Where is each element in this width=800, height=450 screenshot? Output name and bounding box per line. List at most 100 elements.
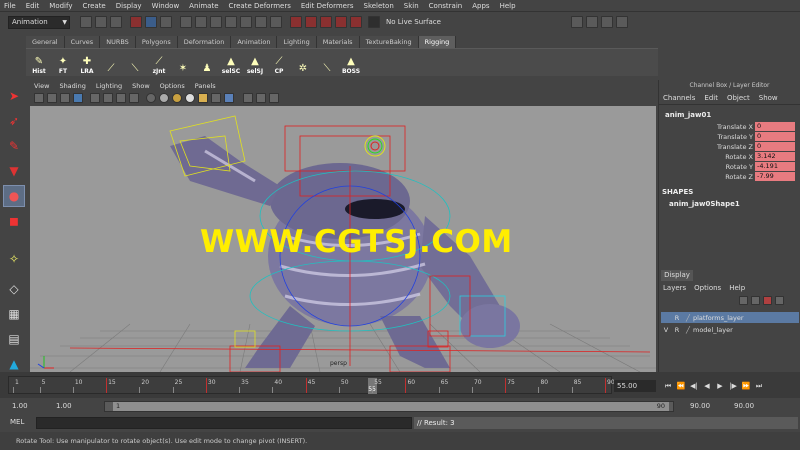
tab-nurbs[interactable]: NURBS [100,36,136,48]
menu-animate[interactable]: Animate [189,2,218,10]
perspective-viewport[interactable]: WWW.CGTSJ.COM persp [30,106,656,372]
tab-general[interactable]: General [26,36,65,48]
frame-all-icon[interactable] [256,93,266,103]
tab-display[interactable]: Display [661,270,693,281]
gate-mask-icon[interactable] [129,93,139,103]
tab-lighting[interactable]: Lighting [277,36,317,48]
last-tool-button[interactable]: ✧ [3,248,25,270]
grid-icon[interactable] [90,93,100,103]
mel-label[interactable]: MEL [10,418,24,426]
snap-view-plane-icon[interactable] [335,16,347,28]
step-forward-frame-icon[interactable]: |▶ [727,380,739,392]
lra-button[interactable]: ✚ LRA [76,51,98,75]
hist-button[interactable]: ✎ Hist [28,51,50,75]
tab-materials[interactable]: Materials [316,36,360,48]
lattice-button[interactable]: ⟍ [316,51,338,75]
attr-value-field[interactable]: 0 [755,132,795,142]
select-render-icon[interactable] [270,16,282,28]
new-layer-icon[interactable] [763,296,772,305]
cb-menu-channels[interactable]: Channels [663,94,695,102]
cb-menu-edit[interactable]: Edit [704,94,718,102]
menu-skin[interactable]: Skin [404,2,419,10]
cb-menu-show[interactable]: Show [759,94,778,102]
save-scene-icon[interactable] [110,16,122,28]
go-to-end-icon[interactable]: ⏭ [753,380,765,392]
playback-end-field[interactable]: 90.00 [688,401,710,412]
attr-value-field[interactable]: 0 [755,142,795,152]
ft-button[interactable]: ✦ FT [52,51,74,75]
cluster-button[interactable]: ✲ [292,51,314,75]
attr-value-field[interactable]: 3.142 [755,152,795,162]
animation-end-field[interactable]: 90.00 [732,401,754,412]
cb-menu-object[interactable]: Object [727,94,750,102]
image-plane-icon[interactable] [73,93,83,103]
live-surface-icon[interactable] [368,16,380,28]
menu-create-deformers[interactable]: Create Deformers [229,2,291,10]
vp-menu-shading[interactable]: Shading [59,82,85,90]
camera-lock-icon[interactable] [243,93,253,103]
tab-rigging[interactable]: Rigging [418,36,457,48]
menu-set-dropdown[interactable]: Animation ▼ [8,15,70,29]
new-layer-selected-icon[interactable] [775,296,784,305]
select-deformer-icon[interactable] [240,16,252,28]
pose-button[interactable]: ♟ [196,51,218,75]
frame-selected-icon[interactable] [269,93,279,103]
select-component-icon[interactable] [160,16,172,28]
ipr-render-icon[interactable] [585,16,598,28]
attr-value-field[interactable]: -4.191 [755,162,795,172]
selsj-button[interactable]: ▲ selSJ [244,51,266,75]
shadows-icon[interactable] [198,93,208,103]
menu-window[interactable]: Window [152,2,180,10]
vp-menu-panels[interactable]: Panels [195,82,216,90]
menu-skeleton[interactable]: Skeleton [364,2,394,10]
select-dynamics-icon[interactable] [255,16,267,28]
boss-button[interactable]: ▲ BOSS [340,51,362,75]
playback-start-field[interactable]: 1.00 [54,401,72,412]
layer-color-swatch[interactable]: ╱ [683,314,693,322]
resolution-gate-icon[interactable] [116,93,126,103]
smooth-shade-icon[interactable] [159,93,169,103]
snap-live-icon[interactable] [350,16,362,28]
select-hierarchy-icon[interactable] [130,16,142,28]
film-gate-icon[interactable] [103,93,113,103]
select-handle-icon[interactable] [180,16,192,28]
xray-icon[interactable] [211,93,221,103]
menu-constrain[interactable]: Constrain [429,2,463,10]
select-curve-icon[interactable] [210,16,222,28]
layout-four-button[interactable]: ▦ [3,303,25,325]
le-menu-help[interactable]: Help [729,284,745,292]
tab-curves[interactable]: Curves [64,36,101,48]
range-slider[interactable]: 1 90 [104,401,674,412]
select-surface-icon[interactable] [225,16,237,28]
attr-value-field[interactable]: -7.99 [755,172,795,182]
rotate-tool-button[interactable]: ● [3,185,25,207]
attr-value-field[interactable]: 0 [755,122,795,132]
menu-create[interactable]: Create [82,2,105,10]
layout-single-button[interactable]: ◇ [3,278,25,300]
layout-outliner-button[interactable]: ▤ [3,328,25,350]
render-frame-icon[interactable] [570,16,583,28]
lights-icon[interactable] [185,93,195,103]
le-menu-layers[interactable]: Layers [663,284,686,292]
lasso-tool-button[interactable]: ➶ [3,110,25,132]
play-backward-icon[interactable]: ◀ [701,380,713,392]
step-back-frame-icon[interactable]: ◀| [688,380,700,392]
bookmark-icon[interactable] [60,93,70,103]
panel-toggle-icon[interactable] [615,16,628,28]
new-scene-icon[interactable] [80,16,92,28]
camera-select-icon[interactable] [34,93,44,103]
tab-deformation[interactable]: Deformation [177,36,232,48]
current-frame-field[interactable]: 55.00 [614,380,656,392]
layer-color-swatch[interactable]: ╱ [683,326,693,334]
menu-display[interactable]: Display [116,2,142,10]
paint-select-button[interactable]: ✎ [3,135,25,157]
select-tool-button[interactable]: ➤ [3,85,25,107]
textured-icon[interactable] [172,93,182,103]
time-ruler[interactable]: 55151015202530354045505560657075808590 [8,376,615,394]
mel-input[interactable] [36,417,412,429]
move-layer-down-icon[interactable] [751,296,760,305]
spline-ik-button[interactable]: ✶ [172,51,194,75]
selsc-button[interactable]: ▲ selSC [220,51,242,75]
snap-point-icon[interactable] [320,16,332,28]
select-object-icon[interactable] [145,16,157,28]
